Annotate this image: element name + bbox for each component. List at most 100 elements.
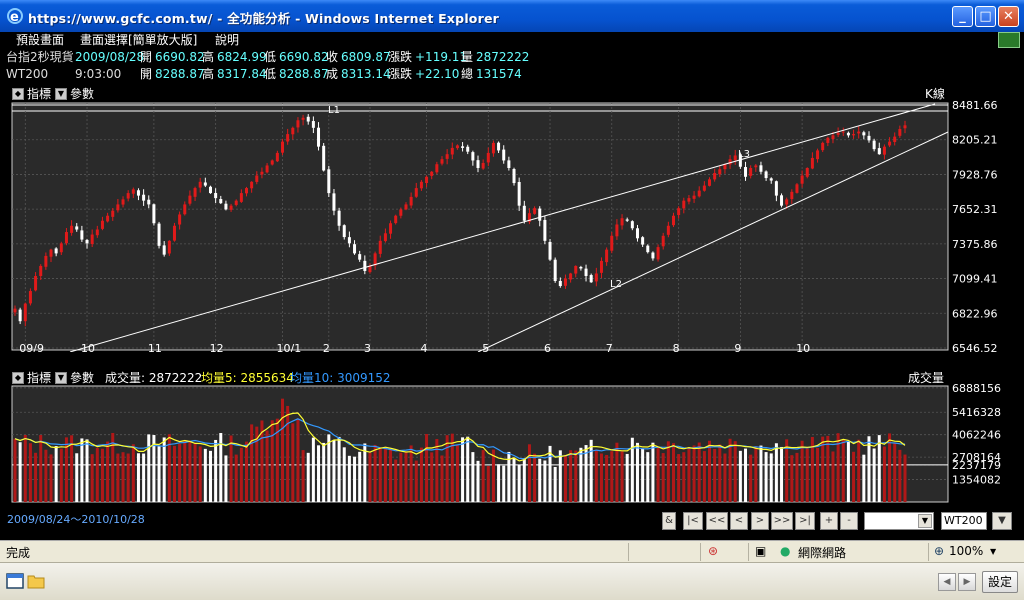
quote-time: 9:03:00 [75, 67, 122, 81]
candle-body [317, 127, 321, 147]
candle-body [59, 243, 63, 253]
scroll-left-button[interactable]: ◀ [938, 573, 956, 591]
volume-bar [126, 453, 130, 502]
volume-bar [656, 447, 660, 502]
zoom-in-button[interactable]: + [820, 512, 838, 530]
param-dropdown-icon[interactable]: ▼ [55, 372, 67, 384]
candle-body [116, 204, 120, 211]
menu-layout-select[interactable]: 畫面選擇[簡單放大版] [80, 32, 197, 48]
volume-bar [605, 454, 609, 502]
candle-body [95, 229, 99, 236]
y-tick-label: 6546.52 [952, 342, 998, 352]
menu-help[interactable]: 說明 [215, 32, 239, 48]
param-dropdown-icon[interactable]: ▼ [55, 88, 67, 100]
vol-y-tick-label: 2237179 [952, 459, 1001, 472]
candle-body [157, 223, 161, 246]
candle-body [383, 233, 387, 242]
price-chart[interactable]: 8481.66 8205.21 7928.76 7652.31 7375.86 7099.… [0, 100, 1024, 352]
indicator-toggle-icon[interactable]: ◆ [12, 372, 24, 384]
security-lock-icon[interactable]: ▣ [755, 544, 766, 558]
volume-bar [49, 454, 53, 502]
nav-last-button[interactable]: >| [795, 512, 815, 530]
candle-body [697, 190, 701, 197]
chevron-down-icon[interactable]: ▼ [918, 514, 932, 528]
candle-body [471, 152, 475, 161]
candle-body [877, 148, 881, 155]
volume-bar [193, 443, 197, 502]
volume-bar [322, 442, 326, 502]
x-tick-label: 10/1 [277, 342, 302, 352]
candle-body [754, 165, 758, 168]
candle-body [425, 176, 429, 183]
candle-body [419, 181, 423, 189]
candle-body [893, 136, 897, 143]
settings-button[interactable]: 設定 [982, 571, 1018, 593]
zoom-level[interactable]: 100% [949, 544, 983, 558]
candle-body [666, 225, 670, 235]
volume-bar [142, 453, 146, 502]
nav-fast-forward-button[interactable]: >> [771, 512, 793, 530]
change-value: +119.11 [415, 50, 468, 64]
nav-forward-button[interactable]: > [751, 512, 769, 530]
folder-icon[interactable] [27, 572, 45, 590]
popup-blocked-icon[interactable]: ⊛ [708, 544, 718, 558]
zoom-icon[interactable]: ⊕ [934, 544, 944, 558]
candle-body [826, 137, 830, 143]
candle-body [131, 189, 135, 194]
candle-body [594, 273, 598, 282]
candle-body [898, 129, 902, 136]
volume-bar [569, 450, 573, 502]
zoom-out-button[interactable]: - [840, 512, 858, 530]
scroll-right-button[interactable]: ▶ [958, 573, 976, 591]
candle-body [106, 215, 110, 222]
symbol-dropdown-button[interactable]: ▼ [992, 512, 1012, 530]
volume-bar [661, 453, 665, 502]
volume-bar [682, 452, 686, 502]
maximize-button[interactable]: □ [975, 6, 996, 27]
volume-bar [291, 423, 295, 502]
candle-body [610, 235, 614, 251]
candle-body [507, 160, 511, 168]
volume-bar [455, 445, 459, 502]
candle-body [882, 146, 886, 155]
menu-default-layout[interactable]: 預設畫面 [16, 32, 64, 48]
app-menubar: 預設畫面 畫面選擇[簡單放大版] 說明 [0, 32, 1024, 48]
candle-body [682, 200, 686, 209]
candle-body [810, 157, 814, 169]
nav-link-button[interactable]: & [662, 512, 676, 530]
bottom-taskbar: ◀ ▶ 設定 [0, 562, 1024, 600]
layout-grid-icon[interactable] [998, 32, 1020, 48]
window-icon[interactable] [6, 572, 24, 590]
minimize-button[interactable]: _ [952, 6, 973, 27]
nav-back-button[interactable]: < [730, 512, 748, 530]
volume-bar [651, 442, 655, 502]
volume-chart[interactable]: 6888156541632840622462708164223717913540… [0, 384, 1024, 504]
volume-bar [136, 453, 140, 502]
x-tick-label: 10 [796, 342, 810, 352]
candle-body [533, 208, 537, 214]
volume-bar [533, 453, 537, 502]
volume-bar [471, 452, 475, 502]
volume-bar [574, 450, 578, 502]
symbol-input[interactable]: WT200 [941, 512, 987, 530]
candle-body [795, 184, 799, 193]
candle-body [728, 159, 732, 165]
period-select[interactable]: ▼ [864, 512, 934, 530]
volume-bar [466, 436, 470, 502]
candle-body [553, 259, 557, 282]
close-button[interactable]: ✕ [998, 6, 1019, 27]
volume-bar [795, 452, 799, 502]
candle-body [239, 193, 243, 202]
volume-bar [389, 448, 393, 502]
nav-fast-back-button[interactable]: << [706, 512, 728, 530]
candle-body [306, 116, 310, 122]
indicator-toggle-icon[interactable]: ◆ [12, 88, 24, 100]
candle-body [445, 154, 449, 159]
volume-bar [59, 448, 63, 502]
candle-body [23, 303, 27, 322]
candle-body [635, 228, 639, 239]
chevron-down-icon[interactable]: ▼ [990, 547, 996, 556]
nav-first-button[interactable]: |< [683, 512, 703, 530]
volume-bar [646, 452, 650, 502]
volume-bar [800, 440, 804, 502]
